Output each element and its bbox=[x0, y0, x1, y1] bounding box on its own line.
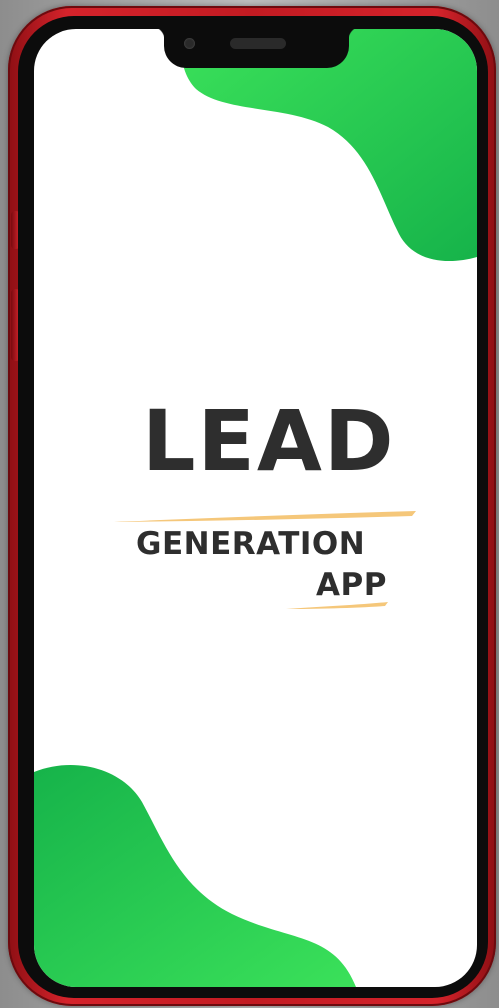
logo-word-lead: LEAD bbox=[142, 392, 396, 490]
earpiece-speaker bbox=[230, 38, 286, 49]
logo-underline-accent bbox=[114, 511, 416, 522]
phone-notch bbox=[151, 26, 362, 68]
logo-word-app: APP bbox=[316, 567, 387, 603]
logo-underline-accent-small bbox=[286, 602, 388, 609]
logo-word-generation: GENERATION bbox=[136, 526, 366, 562]
splash-screen: LEAD GENERATION APP bbox=[34, 29, 477, 987]
lead-generation-app-logo: LEAD GENERATION APP bbox=[114, 392, 416, 619]
front-camera bbox=[184, 38, 195, 49]
device-mockup: LEAD GENERATION APP bbox=[0, 0, 499, 1008]
bottom-green-blob bbox=[34, 764, 356, 987]
